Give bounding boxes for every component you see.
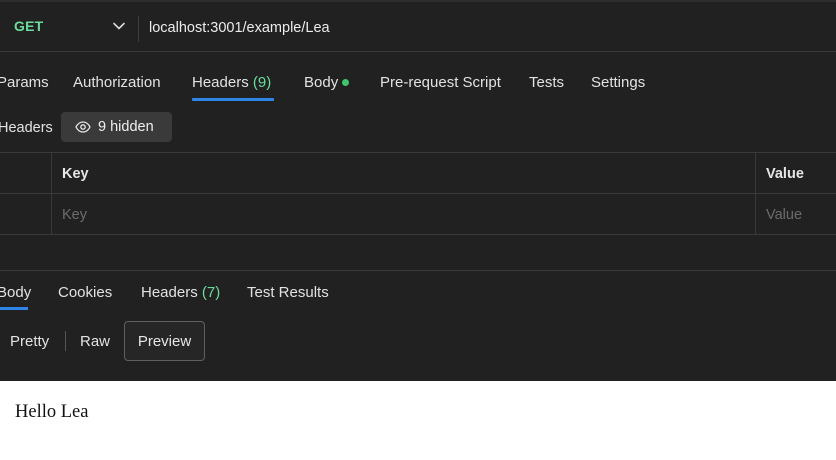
eye-icon: [75, 121, 91, 133]
preview-content: Hello Lea: [15, 402, 89, 422]
table-col-divider-key: [51, 152, 52, 235]
response-tab-body[interactable]: Body: [0, 284, 31, 301]
response-tab-cookies[interactable]: Cookies: [58, 284, 112, 301]
tab-headers[interactable]: Headers (9): [192, 74, 271, 91]
headers-section-label: Headers: [0, 120, 53, 136]
value-input[interactable]: Value: [766, 207, 802, 223]
response-tab-headers[interactable]: Headers (7): [141, 284, 220, 301]
tab-settings[interactable]: Settings: [591, 74, 645, 91]
tab-tests[interactable]: Tests: [529, 74, 564, 91]
tab-params[interactable]: Params: [0, 74, 49, 91]
response-tab-test-results[interactable]: Test Results: [247, 284, 329, 301]
view-pretty-button[interactable]: Pretty: [10, 321, 49, 361]
url-divider: [138, 16, 139, 42]
tab-settings-label: Settings: [591, 74, 646, 91]
response-tab-headers-count: (7): [201, 284, 221, 301]
response-tab-headers-label: Headers: [141, 284, 198, 301]
url-input[interactable]: localhost:3001/example/Lea: [149, 20, 330, 36]
response-tab-body-label: Body: [0, 284, 32, 301]
method-select[interactable]: GET: [14, 18, 43, 34]
active-tab-indicator: [192, 98, 274, 101]
tab-params-label: Params: [0, 74, 49, 91]
tab-authorization-label: Authorization: [73, 74, 161, 91]
request-tabs: Params Authorization Headers (9) Body Pr…: [0, 52, 836, 102]
view-pretty-label: Pretty: [10, 332, 50, 350]
response-tab-test-results-label: Test Results: [247, 284, 329, 301]
column-header-key: Key: [62, 166, 89, 182]
tab-pre-request-script[interactable]: Pre-request Script: [380, 74, 501, 91]
view-raw-button[interactable]: Raw: [80, 321, 110, 361]
table-col-divider-value: [755, 152, 756, 235]
view-raw-label: Raw: [80, 332, 111, 350]
tab-tests-label: Tests: [529, 74, 565, 91]
hidden-headers-button[interactable]: 9 hidden: [61, 112, 172, 142]
tab-headers-label: Headers: [192, 74, 249, 91]
tab-pre-request-script-label: Pre-request Script: [380, 74, 501, 91]
url-bar: GET localhost:3001/example/Lea: [0, 0, 836, 52]
tab-body[interactable]: Body: [304, 74, 350, 91]
table-border-bottom: [0, 234, 836, 235]
tab-authorization[interactable]: Authorization: [73, 74, 161, 91]
table-row-divider: [0, 193, 836, 194]
headers-table: Key Value Key Value: [0, 152, 836, 235]
hidden-headers-label: 9 hidden: [98, 119, 154, 135]
chevron-down-icon[interactable]: [112, 19, 126, 33]
active-response-tab-indicator: [0, 307, 28, 310]
table-border-top: [0, 152, 836, 153]
body-indicator-dot: [342, 78, 350, 86]
response-preview-pane: Hello Lea: [0, 381, 836, 460]
key-input[interactable]: Key: [62, 207, 87, 223]
column-header-value: Value: [766, 166, 804, 182]
response-tab-cookies-label: Cookies: [58, 284, 113, 301]
response-divider: [0, 270, 836, 271]
view-preview-button[interactable]: Preview: [124, 321, 205, 361]
view-preview-label: Preview: [137, 332, 192, 350]
tab-headers-count: (9): [252, 74, 272, 91]
tab-body-label: Body: [304, 74, 339, 91]
view-mode-separator: [65, 331, 66, 351]
